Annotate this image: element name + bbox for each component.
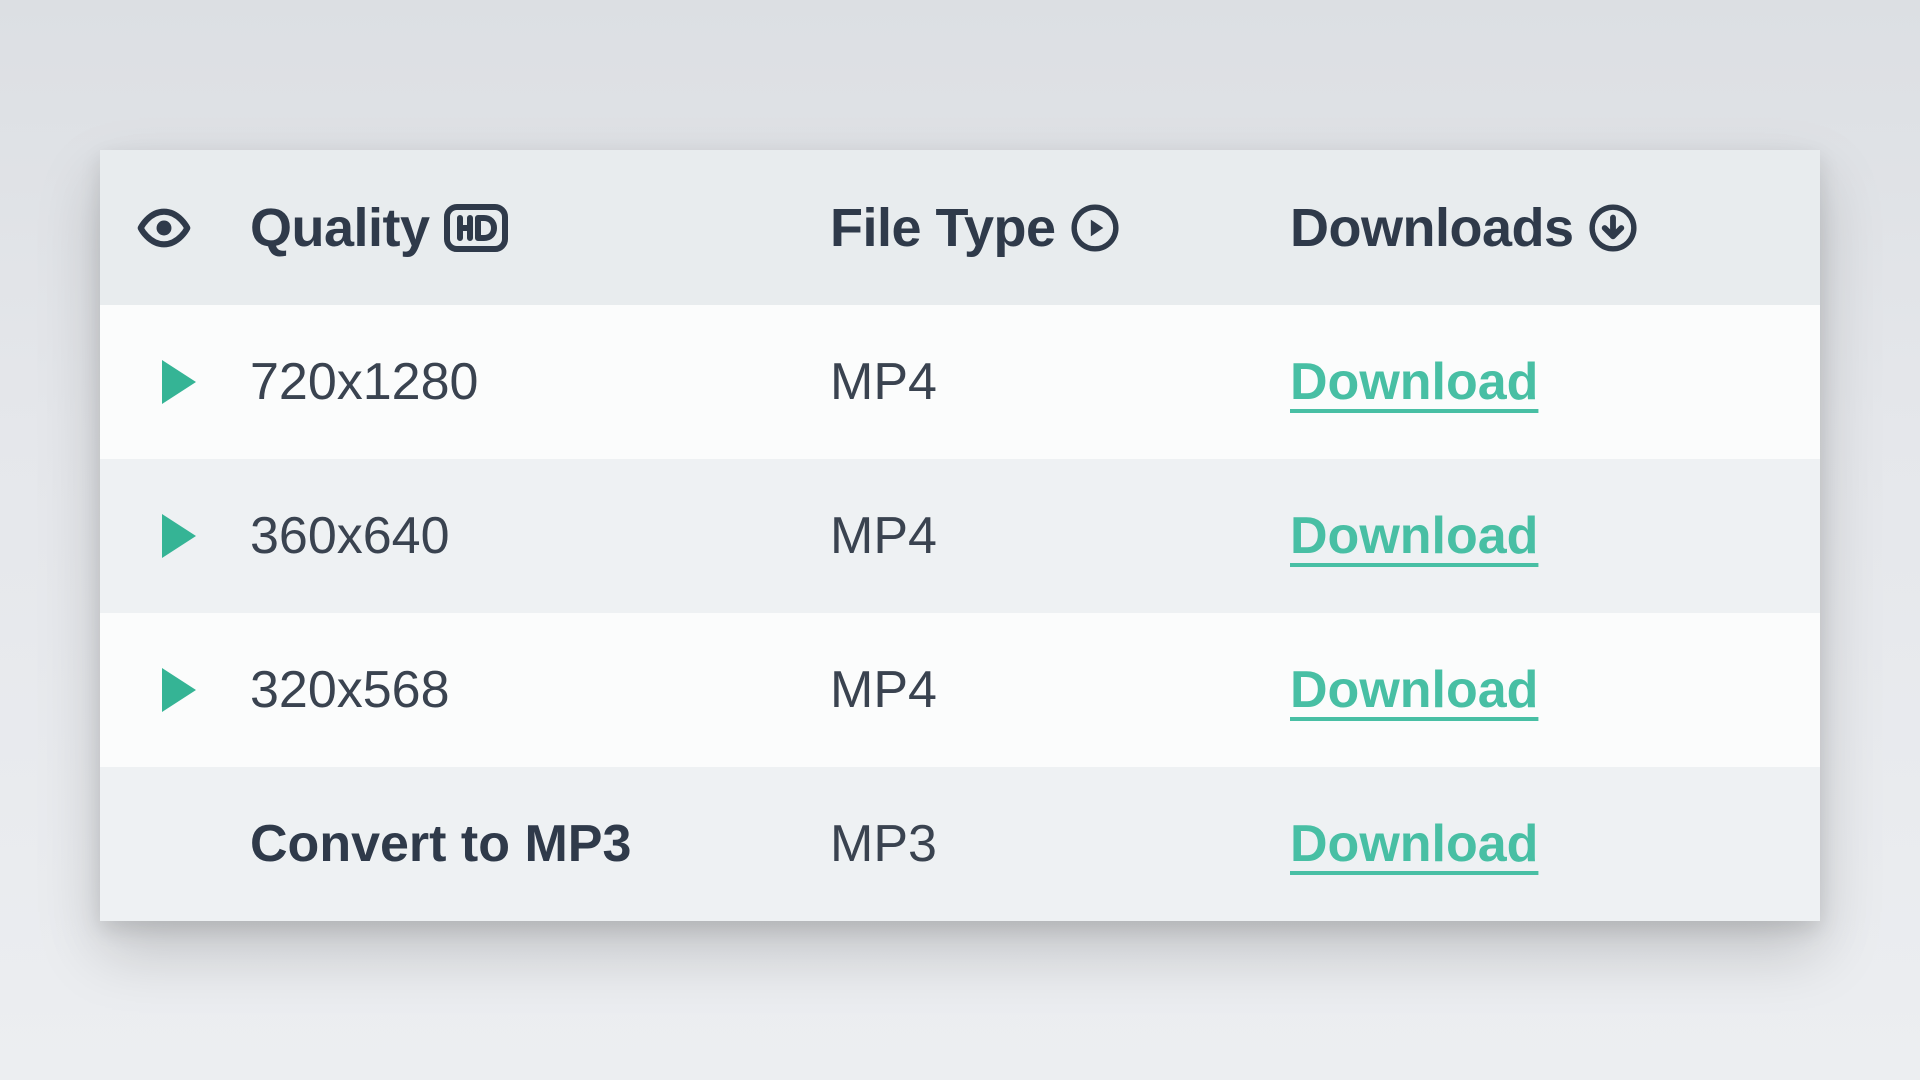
filetype-value: MP4: [830, 660, 937, 720]
download-circle-icon: [1588, 203, 1638, 253]
header-downloads-label: Downloads: [1290, 197, 1574, 259]
table-header: Quality File Type Downloads: [100, 150, 1820, 305]
play-icon: [162, 360, 196, 404]
quality-value: 320x568: [250, 660, 450, 720]
download-link[interactable]: Download: [1290, 506, 1538, 566]
play-icon: [162, 514, 196, 558]
header-preview: [100, 200, 250, 256]
table-row: 320x568 MP4 Download: [100, 613, 1820, 767]
table-row: Convert to MP3 MP3 Download: [100, 767, 1820, 921]
quality-value: Convert to MP3: [250, 814, 631, 874]
quality-value: 360x640: [250, 506, 450, 566]
header-downloads: Downloads: [1290, 197, 1820, 259]
hd-icon: [444, 204, 508, 252]
table-row: 720x1280 MP4 Download: [100, 305, 1820, 459]
preview-cell[interactable]: [100, 360, 250, 404]
header-filetype: File Type: [830, 197, 1290, 259]
download-options-table: Quality File Type Downloads: [100, 150, 1820, 921]
filetype-value: MP4: [830, 506, 937, 566]
preview-cell[interactable]: [100, 668, 250, 712]
play-circle-icon: [1070, 203, 1120, 253]
eye-icon: [136, 200, 192, 256]
table-row: 360x640 MP4 Download: [100, 459, 1820, 613]
download-link[interactable]: Download: [1290, 814, 1538, 874]
header-quality-label: Quality: [250, 197, 430, 259]
filetype-value: MP4: [830, 352, 937, 412]
download-link[interactable]: Download: [1290, 660, 1538, 720]
download-link[interactable]: Download: [1290, 352, 1538, 412]
quality-value: 720x1280: [250, 352, 478, 412]
header-filetype-label: File Type: [830, 197, 1056, 259]
preview-cell[interactable]: [100, 514, 250, 558]
play-icon: [162, 668, 196, 712]
filetype-value: MP3: [830, 814, 937, 874]
header-quality: Quality: [250, 197, 830, 259]
